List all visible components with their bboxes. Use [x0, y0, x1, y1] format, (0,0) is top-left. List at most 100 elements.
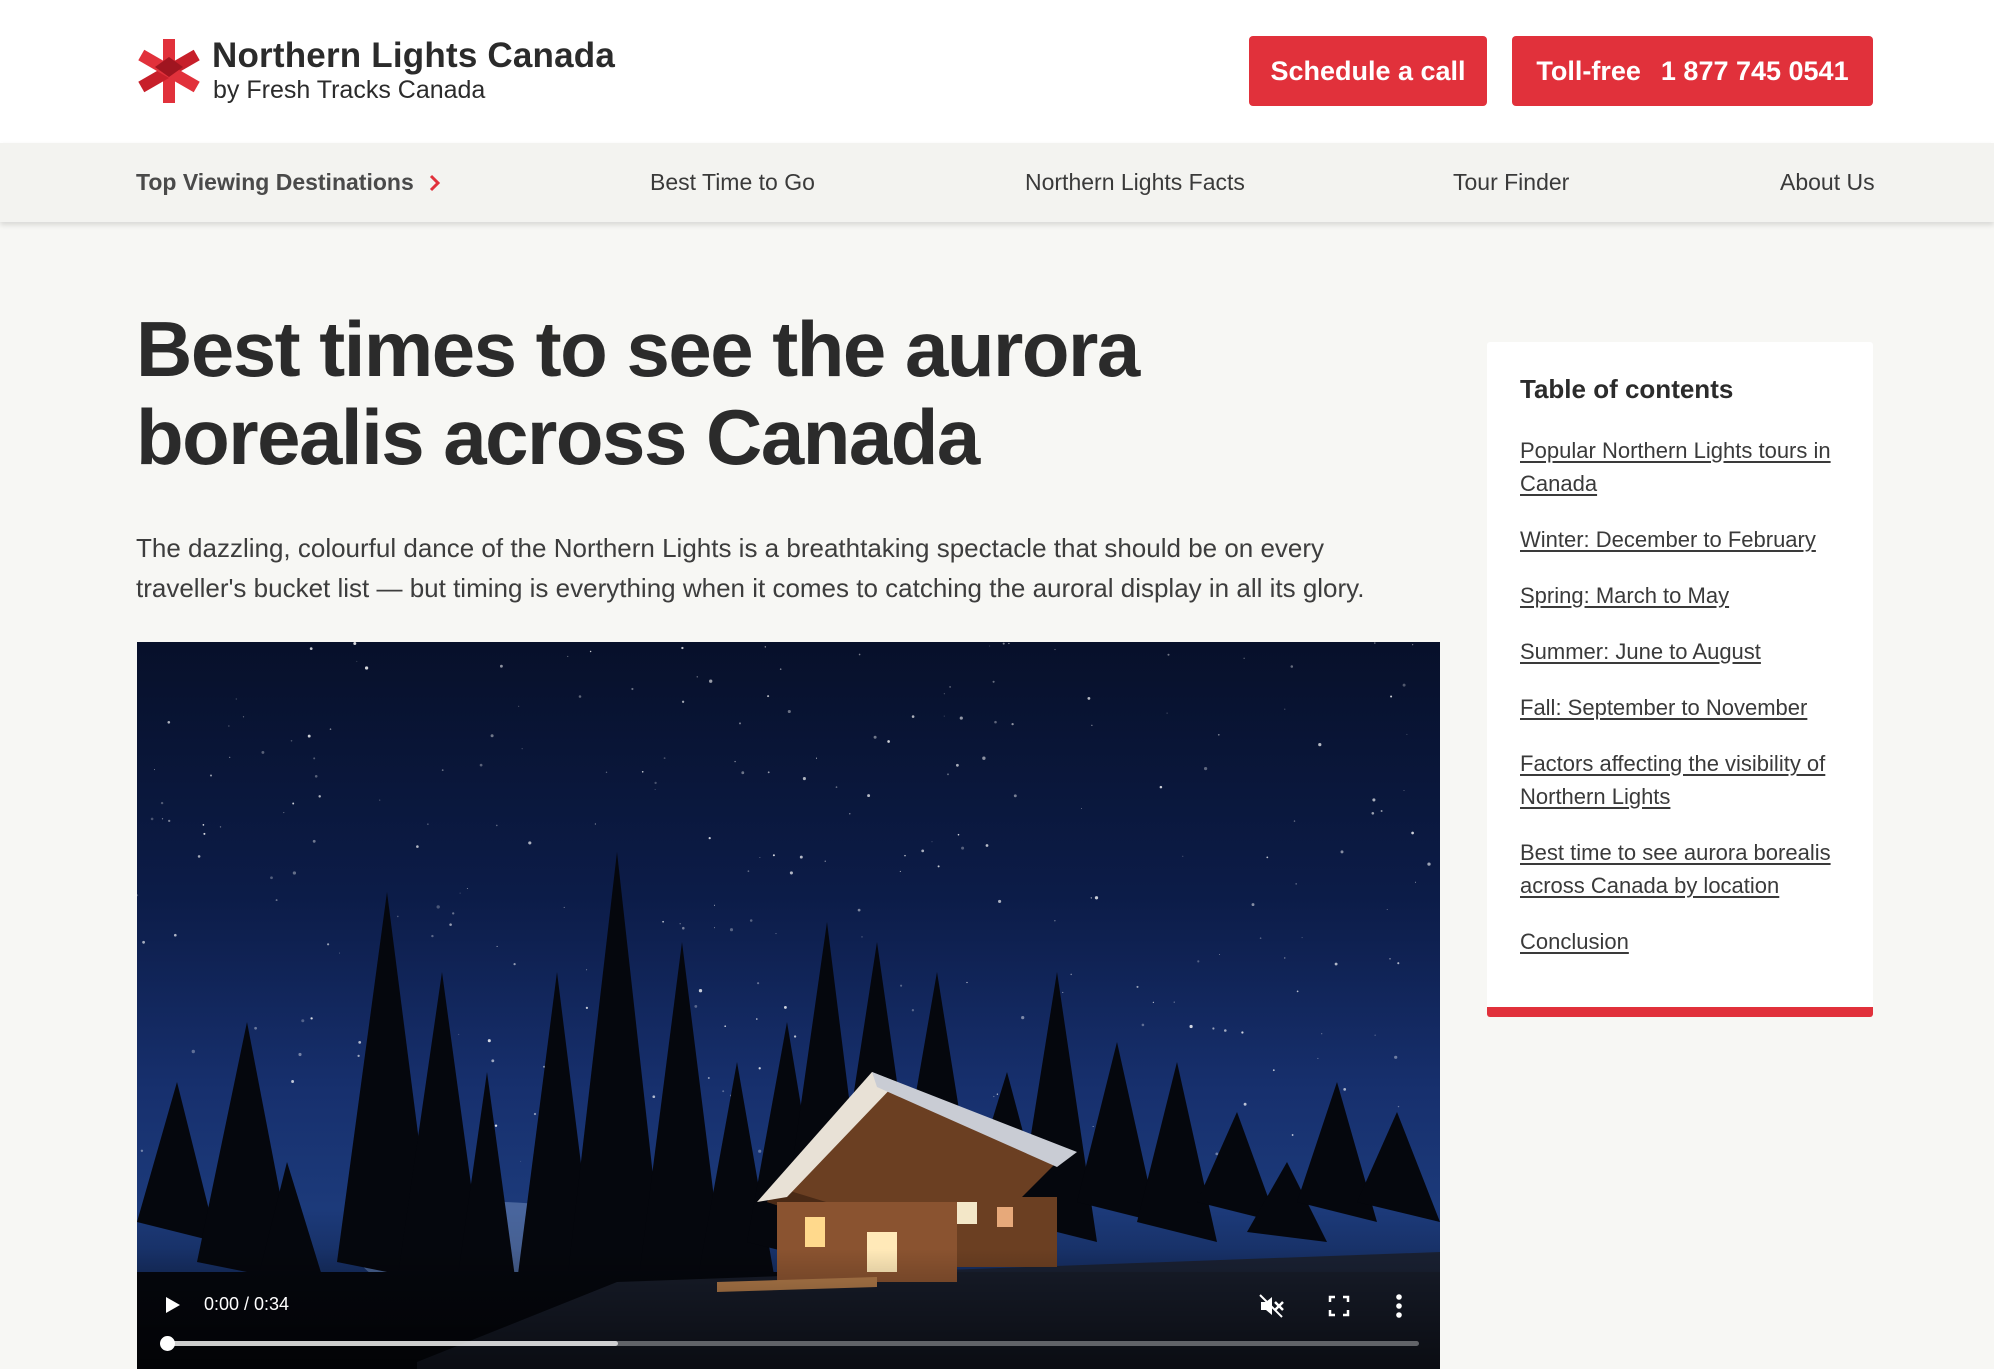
star — [1293, 820, 1296, 822]
star — [937, 865, 940, 868]
video-scrubber-handle[interactable] — [160, 1336, 175, 1351]
star — [943, 693, 945, 695]
star — [911, 1009, 915, 1012]
star — [921, 849, 925, 853]
star — [772, 854, 775, 857]
star — [709, 679, 713, 683]
page-title: Best times to see the aurora borealis ac… — [136, 305, 1140, 481]
star — [1380, 810, 1383, 812]
star — [1295, 883, 1298, 885]
star — [1141, 1023, 1145, 1027]
toc-link[interactable]: Conclusion — [1520, 925, 1850, 958]
video-controls-shade — [137, 1249, 1440, 1369]
toc-link[interactable]: Best time to see aurora borealis across … — [1520, 836, 1850, 902]
fullscreen-icon[interactable] — [1327, 1294, 1351, 1318]
toc-link[interactable]: Popular Northern Lights tours in Canada — [1520, 434, 1850, 500]
star — [738, 722, 742, 725]
star — [491, 1059, 495, 1063]
maple-star-icon — [138, 39, 200, 103]
nav-item-best-time-to-go[interactable]: Best Time to Go — [650, 143, 815, 222]
more-vertical-icon[interactable] — [1392, 1292, 1406, 1320]
star — [1371, 811, 1375, 815]
star — [652, 1095, 656, 1099]
star — [681, 646, 684, 650]
star — [861, 936, 863, 938]
star — [356, 660, 358, 662]
star — [724, 1025, 727, 1028]
star — [985, 844, 989, 847]
toc-link[interactable]: Factors affecting the visibility of Nort… — [1520, 747, 1850, 813]
star — [436, 905, 440, 909]
star — [1411, 831, 1414, 835]
star — [1013, 794, 1017, 798]
star — [479, 763, 483, 767]
schedule-call-button[interactable]: Schedule a call — [1249, 36, 1487, 106]
star — [1340, 850, 1344, 854]
star — [1197, 960, 1200, 963]
star — [1397, 1105, 1400, 1108]
tollfree-number: 1 877 745 0541 — [1660, 55, 1849, 86]
star — [1002, 642, 1005, 645]
star — [662, 920, 664, 923]
star — [955, 763, 959, 767]
star — [1173, 1001, 1175, 1003]
star — [458, 1033, 460, 1035]
toc-link[interactable]: Summer: June to August — [1520, 635, 1850, 668]
star — [353, 642, 357, 645]
star — [585, 1006, 589, 1010]
star — [140, 1149, 144, 1153]
star — [513, 962, 516, 966]
star — [713, 927, 715, 929]
star — [756, 1018, 758, 1020]
star — [1054, 649, 1056, 651]
star — [1243, 657, 1245, 659]
star — [835, 786, 838, 788]
star — [209, 774, 213, 777]
video-player[interactable]: 0:00 / 0:34 — [137, 642, 1440, 1369]
nav-item-about-us[interactable]: About Us — [1780, 143, 1875, 222]
star — [758, 1149, 762, 1153]
star — [466, 887, 468, 890]
star — [1389, 957, 1391, 960]
toc-link[interactable]: Spring: March to May — [1520, 579, 1850, 612]
toc-link[interactable]: Winter: December to February — [1520, 523, 1850, 556]
star — [1266, 856, 1269, 859]
star — [857, 908, 861, 912]
star — [219, 826, 222, 828]
star — [307, 734, 311, 738]
star — [757, 982, 760, 985]
list-item: Spring: March to May — [1520, 579, 1850, 612]
star — [1090, 897, 1092, 899]
toc-link[interactable]: Fall: September to November — [1520, 691, 1850, 724]
video-progress-bar[interactable] — [160, 1336, 1419, 1351]
tollfree-phone-button[interactable]: Toll-free 1 877 745 0541 — [1512, 36, 1873, 106]
star — [310, 1017, 313, 1020]
toc-list: Popular Northern Lights tours in Canada … — [1520, 434, 1850, 981]
star — [235, 698, 237, 700]
mute-icon[interactable] — [1257, 1292, 1285, 1320]
star — [824, 860, 826, 862]
star — [1390, 695, 1393, 698]
star — [694, 1005, 698, 1008]
star — [1259, 937, 1262, 939]
nav-item-tour-finder[interactable]: Tour Finder — [1453, 143, 1569, 222]
video-time: 0:00 / 0:34 — [204, 1294, 290, 1314]
nav-item-label: Northern Lights Facts — [1025, 169, 1245, 195]
star — [1136, 985, 1139, 988]
play-icon[interactable] — [161, 1294, 183, 1316]
nav-item-northern-lights-facts[interactable]: Northern Lights Facts — [1025, 143, 1245, 222]
star — [229, 756, 231, 758]
star — [228, 725, 230, 727]
star — [301, 1019, 305, 1023]
star — [589, 650, 592, 653]
star — [292, 871, 297, 875]
site-logo[interactable]: Northern Lights Canada by Fresh Tracks C… — [136, 36, 656, 106]
star — [654, 789, 656, 790]
nav-item-top-viewing-destinations[interactable]: Top Viewing Destinations — [136, 143, 442, 222]
star — [1251, 903, 1255, 907]
star — [291, 1080, 295, 1083]
star — [495, 824, 498, 827]
star — [528, 841, 532, 845]
star — [142, 940, 145, 944]
star — [682, 926, 685, 930]
